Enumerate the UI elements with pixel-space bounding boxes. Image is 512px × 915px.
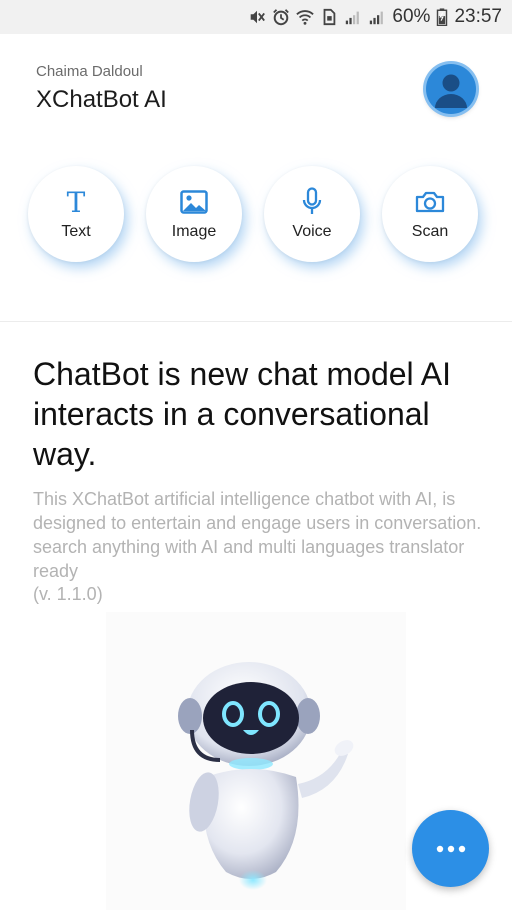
mute-icon <box>251 10 266 24</box>
sim-icon <box>324 8 336 26</box>
status-icons: 60% 23:57 <box>248 0 502 34</box>
alarm-icon <box>273 9 290 26</box>
more-options-button[interactable] <box>412 810 489 887</box>
user-avatar-icon[interactable] <box>426 64 476 114</box>
text-mode-label: Text <box>61 223 91 240</box>
app-title: XChatBot AI <box>36 86 167 113</box>
robot-illustration <box>106 612 406 910</box>
scan-mode-button[interactable]: Scan <box>382 166 478 262</box>
section-divider <box>0 321 512 322</box>
image-mode-label: Image <box>171 223 217 240</box>
text-icon: T <box>66 185 86 219</box>
image-mode-button[interactable]: Image <box>146 166 242 262</box>
signal-icon <box>370 11 384 25</box>
mode-selector: T Text Image Voice Scan <box>0 160 512 270</box>
text-mode-button[interactable]: T Text <box>28 166 124 262</box>
battery-percent: 60% <box>392 6 431 27</box>
voice-mode-button[interactable]: Voice <box>264 166 360 262</box>
voice-mode-label: Voice <box>292 223 332 240</box>
app-header: Chaima Daldoul XChatBot AI <box>0 34 512 154</box>
status-bar: 60% 23:57 <box>0 0 512 34</box>
version-label: (v. 1.1.0) <box>33 584 103 604</box>
more-dots-icon <box>436 845 465 852</box>
author-name: Chaima Daldoul <box>36 63 143 80</box>
microphone-icon <box>297 187 327 217</box>
image-icon <box>179 187 209 217</box>
wifi-icon <box>296 10 315 25</box>
scan-mode-label: Scan <box>411 223 449 240</box>
app-description: This XChatBot artificial intelligence ch… <box>33 489 482 581</box>
signal-icon <box>346 11 360 25</box>
headline: ChatBot is new chat model AI interacts i… <box>33 356 451 472</box>
battery-icon <box>437 8 448 26</box>
camera-icon <box>415 187 445 217</box>
clock: 23:57 <box>454 6 502 27</box>
